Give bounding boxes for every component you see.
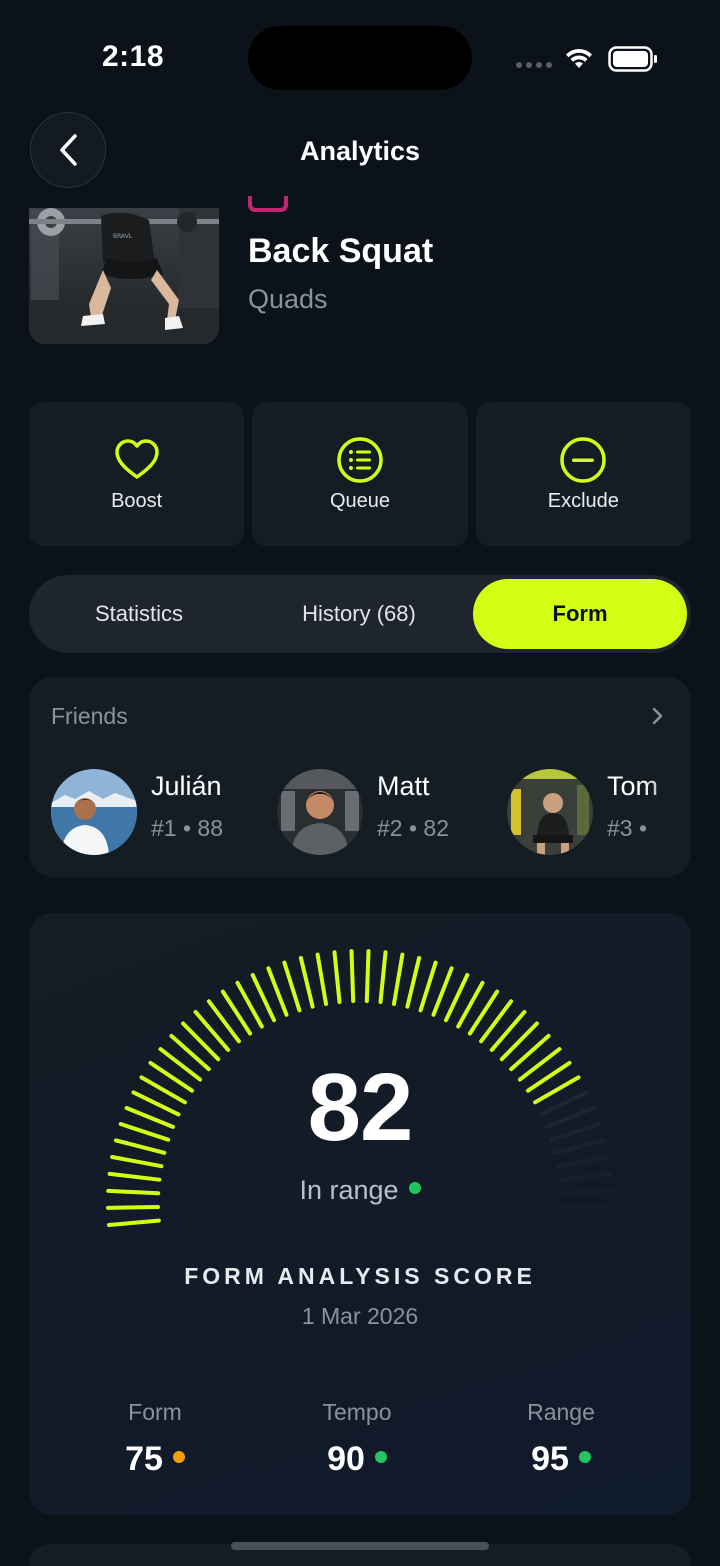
friends-title: Friends (51, 703, 128, 729)
queue-button[interactable]: Queue (252, 402, 468, 546)
navigation-bar: Analytics (0, 110, 720, 194)
gauge-tick-filled (266, 966, 289, 1017)
gauge-tick-filled (298, 956, 315, 1009)
metric-value: 90 (327, 1440, 365, 1478)
minus-circle-icon (560, 437, 607, 483)
metric-form: Form 75 (65, 1399, 245, 1479)
gauge-tick-filled (378, 950, 388, 1004)
exclude-button[interactable]: Exclude (475, 402, 691, 546)
gauge-tick-filled (405, 956, 422, 1009)
score-status-text: In range (299, 1175, 399, 1205)
exercise-muscle: Quads (248, 284, 328, 314)
metric-label: Form (128, 1399, 182, 1425)
score-label: FORM ANALYSIS SCORE (184, 1263, 536, 1289)
chevron-right-icon[interactable] (651, 707, 665, 725)
tab-history[interactable]: History (68) (249, 575, 469, 653)
home-indicator[interactable] (231, 1542, 489, 1550)
svg-text:BRAVL: BRAVL (113, 233, 133, 240)
metric-value: 75 (125, 1440, 163, 1478)
friend-rank: #2 • 82 (377, 815, 449, 841)
category-badge-icon (248, 196, 288, 212)
metric-value: 95 (531, 1440, 569, 1478)
form-score-card: 82 In range FORM ANALYSIS SCORE 1 Mar 20… (29, 913, 691, 1515)
exercise-actions: Boost Queue Exclude (29, 402, 691, 546)
metric-label: Tempo (322, 1399, 392, 1425)
avatar (51, 769, 137, 855)
status-dot (408, 1181, 421, 1194)
cellular-signal-icon (516, 62, 552, 68)
friends-card[interactable]: Friends Julián #1 • 88 Matt #2 • 82 Tom … (29, 677, 691, 877)
boost-button[interactable]: Boost (29, 402, 245, 546)
gauge-tick-filled (107, 1218, 161, 1227)
exercise-name: Back Squat (248, 232, 434, 270)
battery-icon (608, 46, 657, 72)
friend-item[interactable]: Julián #1 • 88 (51, 769, 261, 857)
dynamic-island (248, 26, 472, 90)
gauge-tick-empty (560, 1205, 614, 1210)
avatar (507, 769, 593, 855)
status-dot (578, 1451, 591, 1464)
gauge-tick-filled (418, 960, 438, 1013)
tab-form[interactable]: Form (473, 579, 687, 649)
heart-icon (114, 439, 159, 479)
friend-item[interactable]: Matt #2 • 82 (277, 769, 487, 857)
exercise-image: BRAVL (29, 208, 219, 344)
metric-range: Range 95 (471, 1399, 651, 1479)
gauge-tick-filled (106, 1205, 160, 1210)
boost-label: Boost (111, 490, 163, 512)
status-dot (374, 1451, 387, 1464)
analytics-tabs: Statistics History (68) Form (29, 575, 691, 653)
gauge-tick-filled (315, 952, 328, 1006)
status-time: 2:18 (102, 40, 165, 73)
metric-value-row: 75 (65, 1440, 245, 1479)
page-title: Analytics (299, 136, 421, 166)
gauge-tick-filled (332, 950, 342, 1004)
status-dot (172, 1451, 185, 1464)
friend-name: Julián (151, 771, 222, 801)
friend-name: Matt (377, 771, 430, 801)
gauge-tick-filled (364, 949, 371, 1004)
gauge-tick-filled (431, 966, 454, 1017)
tab-statistics[interactable]: Statistics (29, 575, 249, 653)
metric-tempo: Tempo 90 (267, 1399, 447, 1479)
gauge-tick-filled (392, 952, 405, 1006)
score-value: 82 (307, 1054, 414, 1161)
wifi-icon (566, 48, 592, 68)
queue-label: Queue (329, 490, 391, 512)
exclude-label: Exclude (547, 490, 619, 512)
friend-rank: #3 • (607, 815, 648, 841)
friend-rank: #1 • 88 (151, 815, 223, 841)
list-icon (337, 437, 383, 483)
avatar (277, 769, 363, 855)
gauge-tick-empty (559, 1218, 613, 1227)
scroll-fade (645, 757, 691, 867)
score-status: In range (29, 1175, 691, 1206)
score-date: 1 Mar 2026 (301, 1303, 419, 1329)
metric-value-row: 95 (471, 1440, 651, 1479)
metric-label: Range (527, 1399, 595, 1425)
metric-value-row: 90 (267, 1440, 447, 1479)
gauge-tick-filled (349, 949, 356, 1004)
gauge-tick-filled (282, 960, 302, 1013)
status-bar: 2:18 (0, 0, 720, 110)
